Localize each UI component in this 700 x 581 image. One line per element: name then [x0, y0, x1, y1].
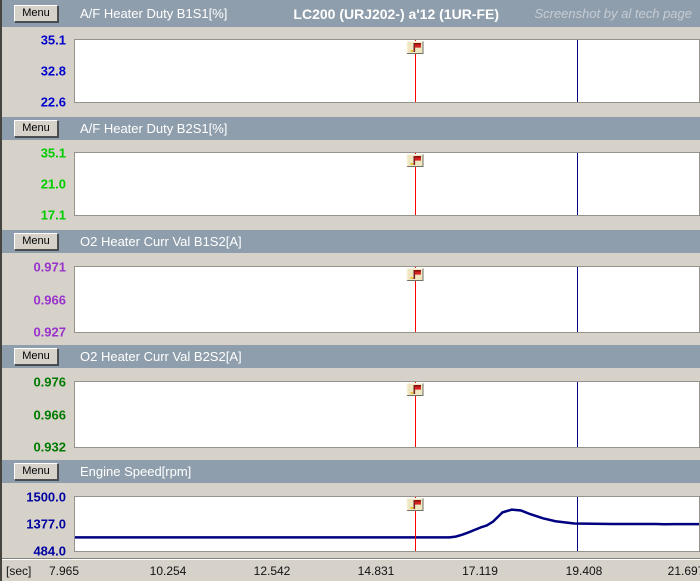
- y-label-mid: 0.966: [33, 292, 66, 307]
- waveform-2: [75, 153, 699, 215]
- panel-5: 1500.0 1377.0 484.0: [2, 483, 700, 559]
- time-tick: 10.254: [150, 564, 187, 578]
- panel-1-y-axis: 35.1 32.8 22.6: [2, 39, 68, 103]
- time-axis-bar: [sec] 7.965 10.254 12.542 14.831 17.119 …: [2, 558, 700, 581]
- blue-cursor-line[interactable]: [577, 267, 578, 332]
- panel-1-title: A/F Heater Duty B1S1[%]: [80, 6, 227, 21]
- panel-4-plot-area[interactable]: [74, 381, 700, 448]
- y-label-max: 1500.0: [26, 490, 66, 505]
- menu-button-panel-1[interactable]: Menu: [14, 5, 58, 22]
- cursor-flag-icon[interactable]: [406, 383, 423, 396]
- y-label-max: 35.1: [41, 33, 66, 48]
- panel-4-y-axis: 0.976 0.966 0.932: [2, 381, 68, 448]
- panel-3-plot-area[interactable]: [74, 266, 700, 333]
- y-label-min: 0.927: [33, 324, 66, 339]
- panel-3: 0.971 0.966 0.927: [2, 253, 700, 345]
- y-label-max: 0.976: [33, 375, 66, 390]
- blue-cursor-line[interactable]: [577, 382, 578, 447]
- y-label-max: 35.1: [41, 146, 66, 161]
- panel-2-title: A/F Heater Duty B2S1[%]: [80, 121, 227, 136]
- panel-1: 35.1 32.8 22.6: [2, 27, 700, 117]
- panel-3-y-axis: 0.971 0.966 0.927: [2, 266, 68, 333]
- panel-2-y-axis: 35.1 21.0 17.1: [2, 152, 68, 216]
- y-label-mid: 1377.0: [26, 517, 66, 532]
- panel-5-plot-area[interactable]: [74, 496, 700, 552]
- blue-cursor-line[interactable]: [577, 497, 578, 551]
- time-tick: 12.542: [254, 564, 291, 578]
- waveform-5: [75, 497, 699, 551]
- panel-2-header: Menu A/F Heater Duty B2S1[%]: [2, 117, 700, 140]
- waveform-3: [75, 267, 699, 332]
- panel-2-plot-area[interactable]: [74, 152, 700, 216]
- panel-5-y-axis: 1500.0 1377.0 484.0: [2, 496, 68, 552]
- panel-5-title: Engine Speed[rpm]: [80, 464, 191, 479]
- panel-4: 0.976 0.966 0.932: [2, 368, 700, 460]
- y-label-min: 17.1: [41, 207, 66, 222]
- menu-button-panel-2[interactable]: Menu: [14, 120, 58, 137]
- y-label-min: 484.0: [33, 543, 66, 558]
- y-label-mid: 21.0: [41, 177, 66, 192]
- cursor-flag-icon[interactable]: [406, 498, 423, 511]
- watermark-text: Screenshot by al tech page: [534, 6, 692, 21]
- y-label-min: 22.6: [41, 94, 66, 109]
- panel-4-header: Menu O2 Heater Curr Val B2S2[A]: [2, 345, 700, 368]
- waveform-4: [75, 382, 699, 447]
- menu-button-panel-5[interactable]: Menu: [14, 463, 58, 480]
- panel-2: 35.1 21.0 17.1: [2, 140, 700, 230]
- panel-4-title: O2 Heater Curr Val B2S2[A]: [80, 349, 242, 364]
- vehicle-title: LC200 (URJ202-) a'12 (1UR-FE): [293, 6, 499, 22]
- panel-3-title: O2 Heater Curr Val B1S2[A]: [80, 234, 242, 249]
- panel-1-plot-area[interactable]: [74, 39, 700, 103]
- y-label-mid: 0.966: [33, 407, 66, 422]
- blue-cursor-line[interactable]: [577, 153, 578, 215]
- top-bar: Menu A/F Heater Duty B1S1[%] LC200 (URJ2…: [2, 0, 700, 27]
- time-tick: 14.831: [358, 564, 395, 578]
- panel-3-header: Menu O2 Heater Curr Val B1S2[A]: [2, 230, 700, 253]
- cursor-flag-icon[interactable]: [406, 268, 423, 281]
- y-label-max: 0.971: [33, 260, 66, 275]
- cursor-flag-icon[interactable]: [406, 41, 423, 54]
- time-tick: 19.408: [566, 564, 603, 578]
- waveform-1: [75, 40, 699, 102]
- panel-5-header: Menu Engine Speed[rpm]: [2, 460, 700, 483]
- blue-cursor-line[interactable]: [577, 40, 578, 102]
- cursor-flag-icon[interactable]: [406, 154, 423, 167]
- graph-viewer-window: Menu A/F Heater Duty B1S1[%] LC200 (URJ2…: [0, 0, 700, 581]
- time-tick: 7.965: [49, 564, 79, 578]
- menu-button-panel-3[interactable]: Menu: [14, 233, 58, 250]
- menu-button-panel-4[interactable]: Menu: [14, 348, 58, 365]
- time-tick: 17.119: [462, 564, 498, 578]
- y-label-min: 0.932: [33, 439, 66, 454]
- y-label-mid: 32.8: [41, 64, 66, 79]
- time-axis-unit: [sec]: [6, 564, 31, 578]
- time-tick: 21.697: [668, 564, 700, 578]
